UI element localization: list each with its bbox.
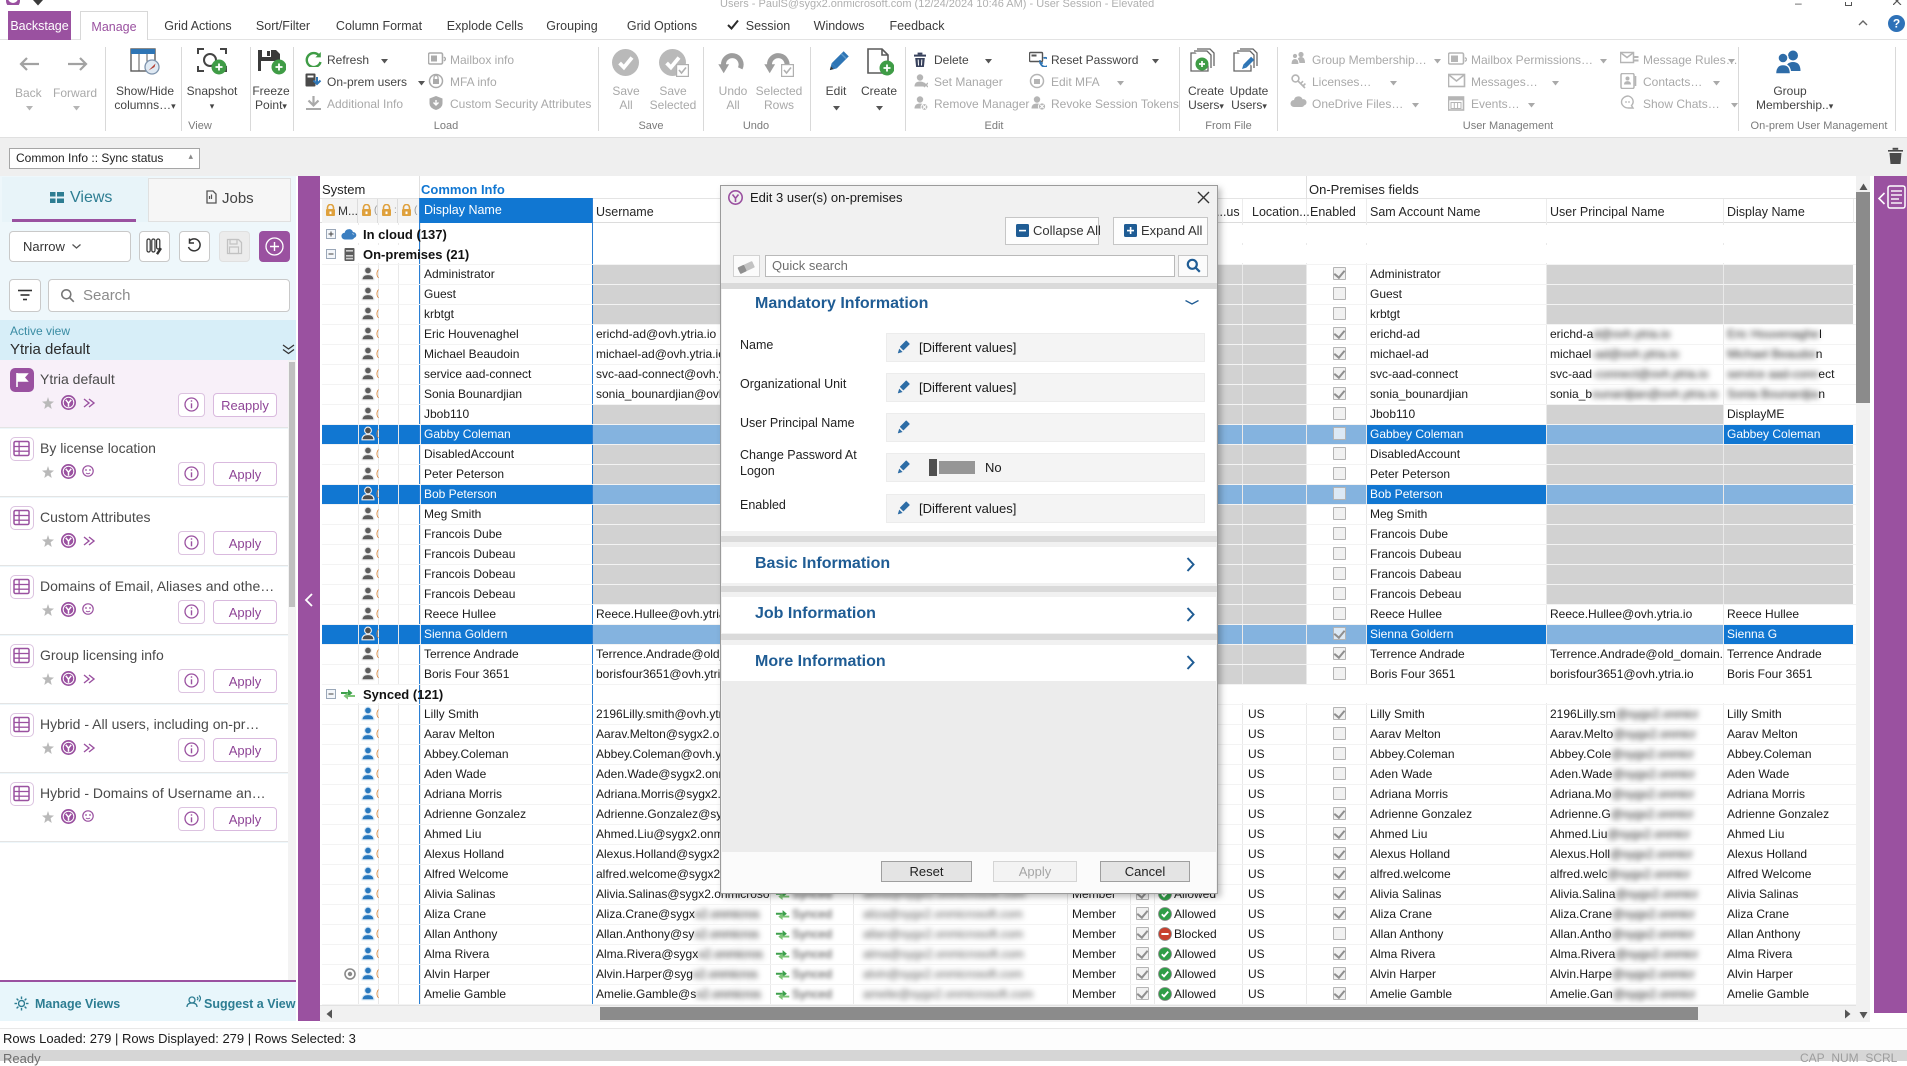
svg-text:?: ? (1893, 17, 1900, 31)
